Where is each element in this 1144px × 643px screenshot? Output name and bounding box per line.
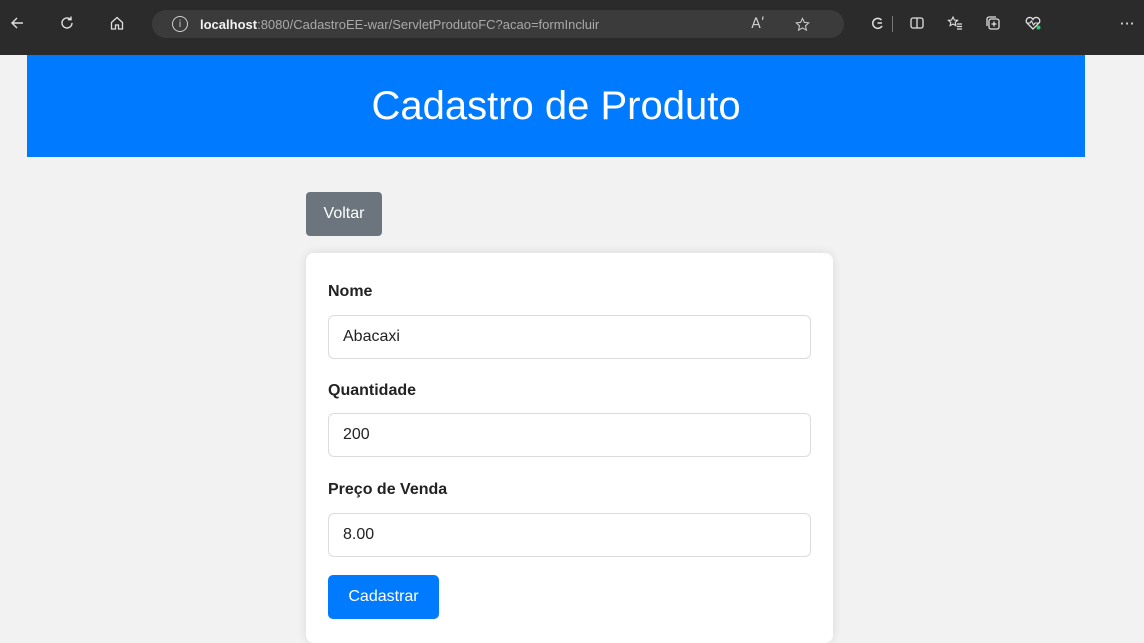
back-button[interactable]: Voltar: [306, 192, 382, 236]
nome-input[interactable]: Abacaxi: [328, 315, 811, 359]
preco-label: Preço de Venda: [328, 481, 448, 498]
info-icon[interactable]: i: [172, 16, 188, 32]
preco-input[interactable]: 8.00: [328, 513, 811, 557]
collections-icon[interactable]: [978, 8, 1008, 38]
page-title: Cadastro de Produto: [371, 83, 741, 128]
submit-button[interactable]: Cadastrar: [328, 575, 439, 619]
favorites-icon[interactable]: [940, 8, 970, 38]
quantidade-label: Quantidade: [328, 382, 417, 399]
split-screen-icon[interactable]: [902, 8, 932, 38]
extensions-icon[interactable]: [862, 8, 892, 38]
more-icon[interactable]: ···: [1112, 8, 1142, 38]
product-form: Nome Abacaxi Quantidade 200 Preço de Ven…: [306, 253, 833, 643]
url-text[interactable]: localhost:8080/CadastroEE-war/ServletPro…: [200, 17, 599, 32]
browser-toolbar: i localhost:8080/CadastroEE-war/ServletP…: [0, 0, 1144, 55]
toolbar-divider: [892, 16, 893, 32]
quantidade-input[interactable]: 200: [328, 413, 811, 457]
read-aloud-icon[interactable]: Aʹ: [748, 14, 768, 34]
nome-label: Nome: [328, 283, 373, 300]
health-icon[interactable]: [1018, 8, 1048, 38]
favorite-icon[interactable]: [792, 14, 812, 34]
back-icon[interactable]: [2, 8, 32, 38]
address-bar[interactable]: i localhost:8080/CadastroEE-war/ServletP…: [152, 10, 844, 38]
home-icon[interactable]: [102, 8, 132, 38]
refresh-icon[interactable]: [52, 8, 82, 38]
page-header: Cadastro de Produto: [27, 55, 1085, 157]
